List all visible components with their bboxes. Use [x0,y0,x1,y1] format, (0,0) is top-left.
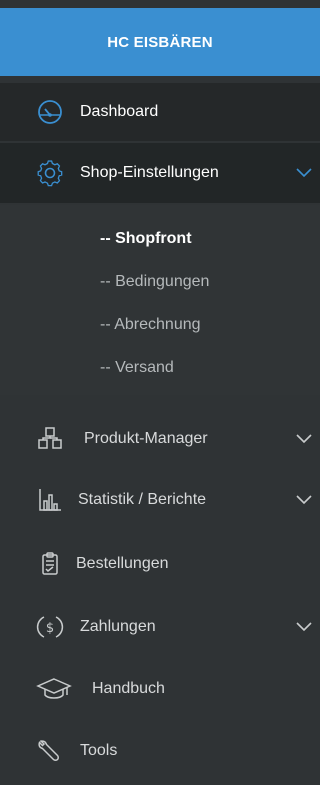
sidebar-item-shop-settings[interactable]: Shop-Einstellungen [0,143,320,203]
sidebar-item-payments[interactable]: $ Zahlungen [0,598,320,656]
shop-settings-submenu: -- Shopfront -- Bedingungen -- Abrechnun… [0,205,320,395]
chevron-down-icon[interactable] [296,430,314,448]
sidebar-item-label: Tools [80,742,118,759]
graduation-cap-icon [36,671,72,707]
chevron-down-icon[interactable] [296,491,314,509]
sidebar-item-label: Shop-Einstellungen [80,164,219,181]
sidebar-item-label: Bestellungen [76,555,169,572]
sidebar-item-label: Produkt-Manager [84,430,208,447]
svg-text:$: $ [46,621,54,636]
sidebar-item-product-manager[interactable]: Produkt-Manager [0,410,320,468]
submenu-item-versand[interactable]: -- Versand [100,359,174,377]
sidebar: HC EISBÄREN Dashboard Shop-Einstellungen [0,0,320,785]
submenu-item-shopfront[interactable]: -- Shopfront [100,230,192,248]
dashboard-icon [32,94,68,130]
sidebar-item-label: Handbuch [92,680,165,697]
sidebar-item-label: Dashboard [80,103,159,120]
gear-icon [32,155,68,191]
submenu-item-abrechnung[interactable]: -- Abrechnung [100,316,201,334]
brand-title[interactable]: HC EISBÄREN [0,8,320,76]
sidebar-item-orders[interactable]: Bestellungen [0,535,320,593]
sidebar-item-statistics[interactable]: Statistik / Berichte [0,471,320,529]
bar-chart-icon [32,482,68,518]
submenu-item-bedingungen[interactable]: -- Bedingungen [100,273,209,291]
sidebar-item-manual[interactable]: Handbuch [0,660,320,718]
wrench-icon [32,733,68,769]
sidebar-item-label: Statistik / Berichte [78,491,207,508]
sidebar-item-label: Zahlungen [80,618,156,635]
sidebar-item-dashboard[interactable]: Dashboard [0,83,320,141]
dollar-circle-icon: $ [32,609,68,645]
sidebar-item-tools[interactable]: Tools [0,722,320,780]
product-manager-icon [32,421,68,457]
chevron-down-icon[interactable] [296,164,314,182]
clipboard-icon [32,546,68,582]
chevron-down-icon[interactable] [296,618,314,636]
